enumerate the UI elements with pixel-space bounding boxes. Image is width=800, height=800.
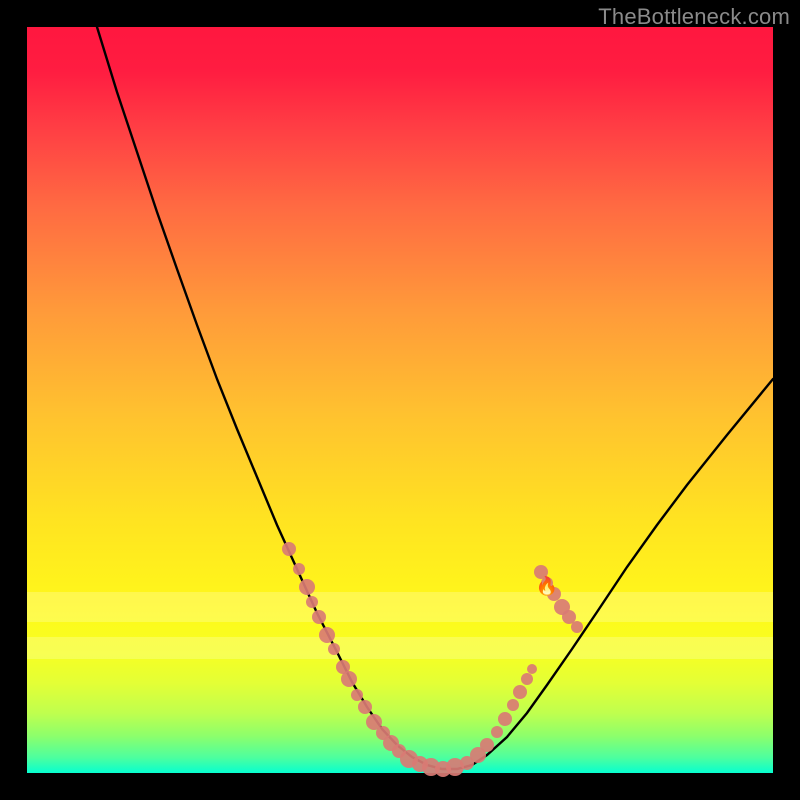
bottleneck-curve (97, 27, 773, 769)
data-marker (351, 689, 363, 701)
data-marker (282, 542, 296, 556)
chart-plot-area: 🔥 (27, 27, 773, 773)
data-marker (358, 700, 372, 714)
data-marker (507, 699, 519, 711)
chart-svg: 🔥 (27, 27, 773, 773)
data-marker (527, 664, 537, 674)
data-marker (306, 596, 318, 608)
data-marker (571, 621, 583, 633)
data-marker (328, 643, 340, 655)
data-marker (293, 563, 305, 575)
data-marker (480, 738, 494, 752)
chart-frame: 🔥 TheBottleneck.com (0, 0, 800, 800)
data-marker (498, 712, 512, 726)
data-marker (491, 726, 503, 738)
data-marker (513, 685, 527, 699)
watermark-text: TheBottleneck.com (598, 4, 790, 30)
data-marker (521, 673, 533, 685)
data-marker (319, 627, 335, 643)
data-marker (341, 671, 357, 687)
data-marker (312, 610, 326, 624)
data-marker (299, 579, 315, 595)
fire-icon: 🔥 (536, 575, 558, 596)
